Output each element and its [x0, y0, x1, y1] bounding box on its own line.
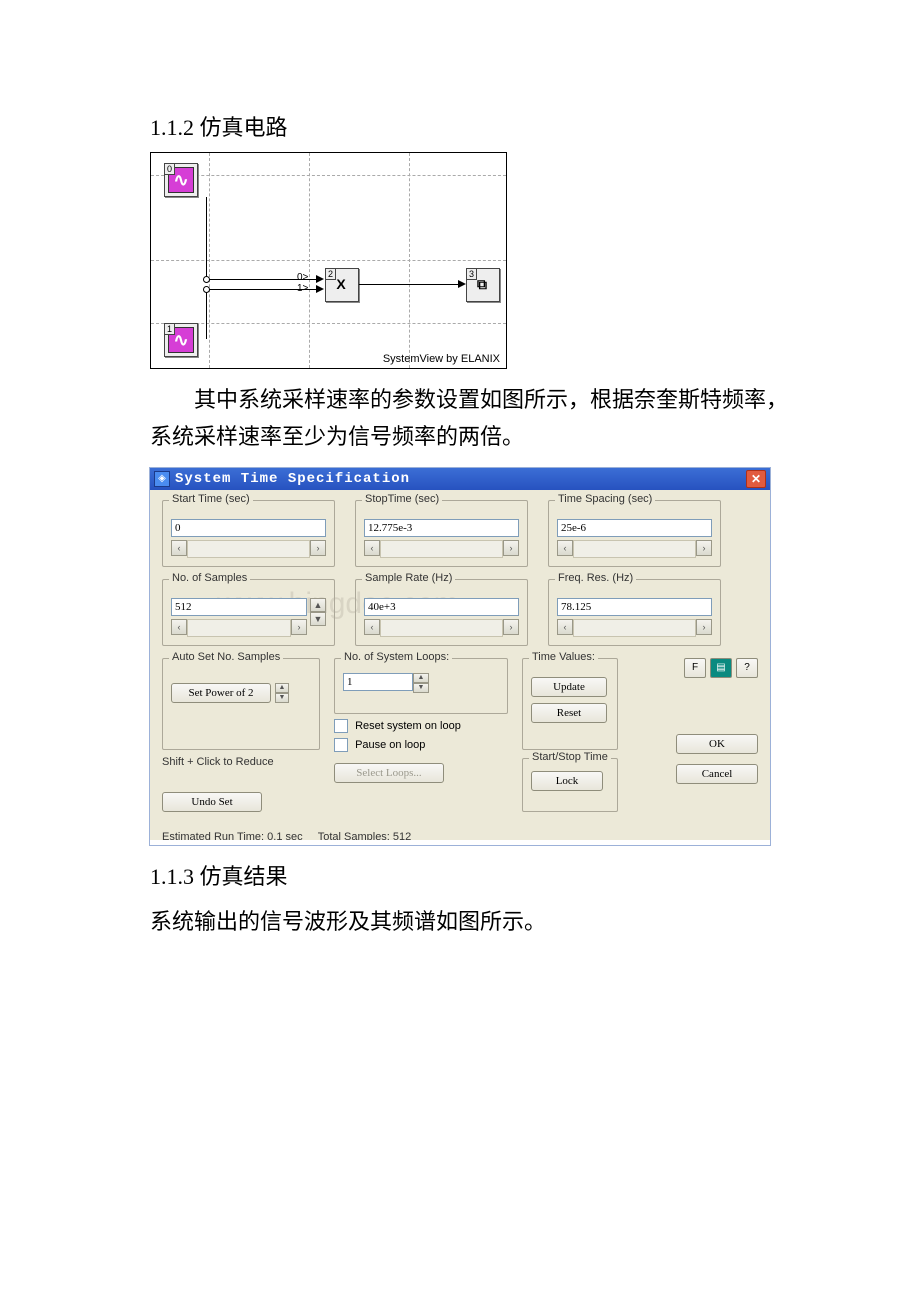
group-label: Sample Rate (Hz) — [362, 572, 455, 584]
block-index: 0 — [164, 163, 175, 175]
section-heading: 1.1.2 仿真电路 — [150, 110, 800, 142]
start-time-group: Start Time (sec) ‹ › — [162, 500, 335, 567]
scroll-left-icon[interactable]: ‹ — [557, 619, 573, 635]
status-runtime: Estimated Run Time: 0.1 sec — [162, 831, 303, 843]
status-bar: Estimated Run Time: 0.1 sec Total Sample… — [150, 828, 770, 845]
system-time-dialog: ◈ System Time Specification ✕ Start Time… — [150, 468, 770, 845]
freq-res-group: Freq. Res. (Hz) ‹ › — [548, 579, 721, 646]
scroll-left-icon[interactable]: ‹ — [364, 540, 380, 556]
checkbox-icon[interactable] — [334, 738, 348, 752]
loops-group: No. of System Loops: ▲ ▼ — [334, 658, 508, 714]
checkbox-icon[interactable] — [334, 719, 348, 733]
select-loops-button: Select Loops... — [334, 763, 444, 783]
spin-up-icon[interactable]: ▲ — [275, 683, 289, 693]
scroll-right-icon[interactable]: › — [291, 619, 307, 635]
start-stop-group: Start/Stop Time Lock — [522, 758, 618, 812]
time-values-group: Time Values: Update Reset — [522, 658, 618, 750]
block-index: 2 — [325, 268, 336, 280]
pause-on-loop-option[interactable]: Pause on loop — [334, 738, 508, 752]
dialog-title: System Time Specification — [175, 471, 746, 487]
body-paragraph: 系统输出的信号波形及其频谱如图所示。 — [150, 903, 800, 940]
source-block-1: 1 ∿ — [164, 323, 198, 357]
help-icon[interactable]: ? — [736, 658, 758, 678]
multiplier-label: X — [336, 276, 345, 292]
circuit-diagram: 0 ∿ 1 ∿ 2 X 3 ⧉ 0> 1> SystemView by EL — [150, 152, 507, 369]
sink-block: 3 ⧉ — [466, 268, 500, 302]
group-label: StopTime (sec) — [362, 493, 442, 505]
checkbox-label: Pause on loop — [355, 739, 425, 751]
sample-rate-input[interactable] — [364, 598, 519, 616]
close-icon[interactable]: ✕ — [746, 470, 766, 488]
app-icon: ◈ — [154, 471, 170, 487]
group-label: Time Values: — [529, 651, 598, 663]
ok-button[interactable]: OK — [676, 734, 758, 754]
spin-down-icon[interactable]: ▼ — [413, 683, 429, 693]
multiplier-block: 2 X — [325, 268, 359, 302]
group-label: Start Time (sec) — [169, 493, 253, 505]
reset-button[interactable]: Reset — [531, 703, 607, 723]
spin-down-icon[interactable]: ▼ — [275, 693, 289, 703]
tool-form-icon[interactable]: ▤ — [710, 658, 732, 678]
lock-button[interactable]: Lock — [531, 771, 603, 791]
block-index: 1 — [164, 323, 175, 335]
scroll-track[interactable] — [573, 619, 696, 637]
group-label: No. of Samples — [169, 572, 250, 584]
scroll-right-icon[interactable]: › — [310, 540, 326, 556]
samples-group: No. of Samples ‹ › ▲ ▼ — [162, 579, 335, 646]
spin-up-icon[interactable]: ▲ — [310, 598, 326, 612]
source-block-0: 0 ∿ — [164, 163, 198, 197]
undo-set-button[interactable]: Undo Set — [162, 792, 262, 812]
stop-time-group: StopTime (sec) ‹ › — [355, 500, 528, 567]
block-index: 3 — [466, 268, 477, 280]
tool-f-button[interactable]: F — [684, 658, 706, 678]
shift-hint-text: Shift + Click to Reduce — [162, 756, 320, 768]
scroll-left-icon[interactable]: ‹ — [171, 540, 187, 556]
sample-rate-group: Sample Rate (Hz) ‹ › — [355, 579, 528, 646]
scroll-track[interactable] — [187, 540, 310, 558]
scroll-track[interactable] — [187, 619, 291, 637]
cancel-button[interactable]: Cancel — [676, 764, 758, 784]
checkbox-label: Reset system on loop — [355, 720, 461, 732]
time-spacing-input[interactable] — [557, 519, 712, 537]
start-time-input[interactable] — [171, 519, 326, 537]
status-samples: Total Samples: 512 — [318, 831, 412, 843]
loops-input[interactable] — [343, 673, 413, 691]
scroll-left-icon[interactable]: ‹ — [364, 619, 380, 635]
set-power-of-2-button[interactable]: Set Power of 2 — [171, 683, 271, 703]
group-label: Start/Stop Time — [529, 751, 611, 763]
freq-res-input[interactable] — [557, 598, 712, 616]
scroll-right-icon[interactable]: › — [696, 540, 712, 556]
spin-down-icon[interactable]: ▼ — [310, 612, 326, 626]
diagram-credit: SystemView by ELANIX — [383, 353, 500, 365]
group-label: Freq. Res. (Hz) — [555, 572, 636, 584]
scroll-track[interactable] — [380, 619, 503, 637]
group-label: Auto Set No. Samples — [169, 651, 283, 663]
scroll-left-icon[interactable]: ‹ — [171, 619, 187, 635]
body-paragraph: 其中系统采样速率的参数设置如图所示，根据奈奎斯特频率，系统采样速率至少为信号频率… — [150, 381, 800, 456]
port-label-0: 0> — [297, 272, 308, 283]
scroll-left-icon[interactable]: ‹ — [557, 540, 573, 556]
spin-up-icon[interactable]: ▲ — [413, 673, 429, 683]
reset-on-loop-option[interactable]: Reset system on loop — [334, 719, 508, 733]
update-button[interactable]: Update — [531, 677, 607, 697]
port-label-1: 1> — [297, 283, 308, 294]
group-label: Time Spacing (sec) — [555, 493, 655, 505]
time-spacing-group: Time Spacing (sec) ‹ › — [548, 500, 721, 567]
dialog-titlebar: ◈ System Time Specification ✕ — [150, 468, 770, 490]
auto-set-group: Auto Set No. Samples Set Power of 2 ▲ ▼ — [162, 658, 320, 750]
section-heading: 1.1.3 仿真结果 — [150, 859, 800, 891]
scroll-right-icon[interactable]: › — [503, 540, 519, 556]
scroll-right-icon[interactable]: › — [696, 619, 712, 635]
scroll-track[interactable] — [380, 540, 503, 558]
scroll-right-icon[interactable]: › — [503, 619, 519, 635]
group-label: No. of System Loops: — [341, 651, 452, 663]
scroll-track[interactable] — [573, 540, 696, 558]
stop-time-input[interactable] — [364, 519, 519, 537]
samples-input[interactable] — [171, 598, 307, 616]
